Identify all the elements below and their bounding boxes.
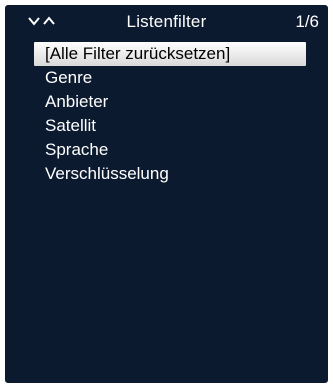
list-item-language[interactable]: Sprache: [34, 138, 306, 162]
list-item-reset-filters[interactable]: [Alle Filter zurücksetzen]: [34, 42, 306, 66]
filter-list: [Alle Filter zurücksetzen] Genre Anbiete…: [34, 42, 306, 186]
list-item-provider[interactable]: Anbieter: [34, 90, 306, 114]
filter-panel: Listenfilter 1/6 [Alle Filter zurücksetz…: [5, 5, 328, 383]
list-item-satellite[interactable]: Satellit: [34, 114, 306, 138]
page-title: Listenfilter: [126, 12, 207, 31]
page-indicator: 1/6: [295, 12, 319, 31]
list-item-genre[interactable]: Genre: [34, 66, 306, 90]
header-bar: Listenfilter 1/6: [5, 5, 328, 39]
list-item-encryption[interactable]: Verschlüsselung: [34, 162, 306, 186]
